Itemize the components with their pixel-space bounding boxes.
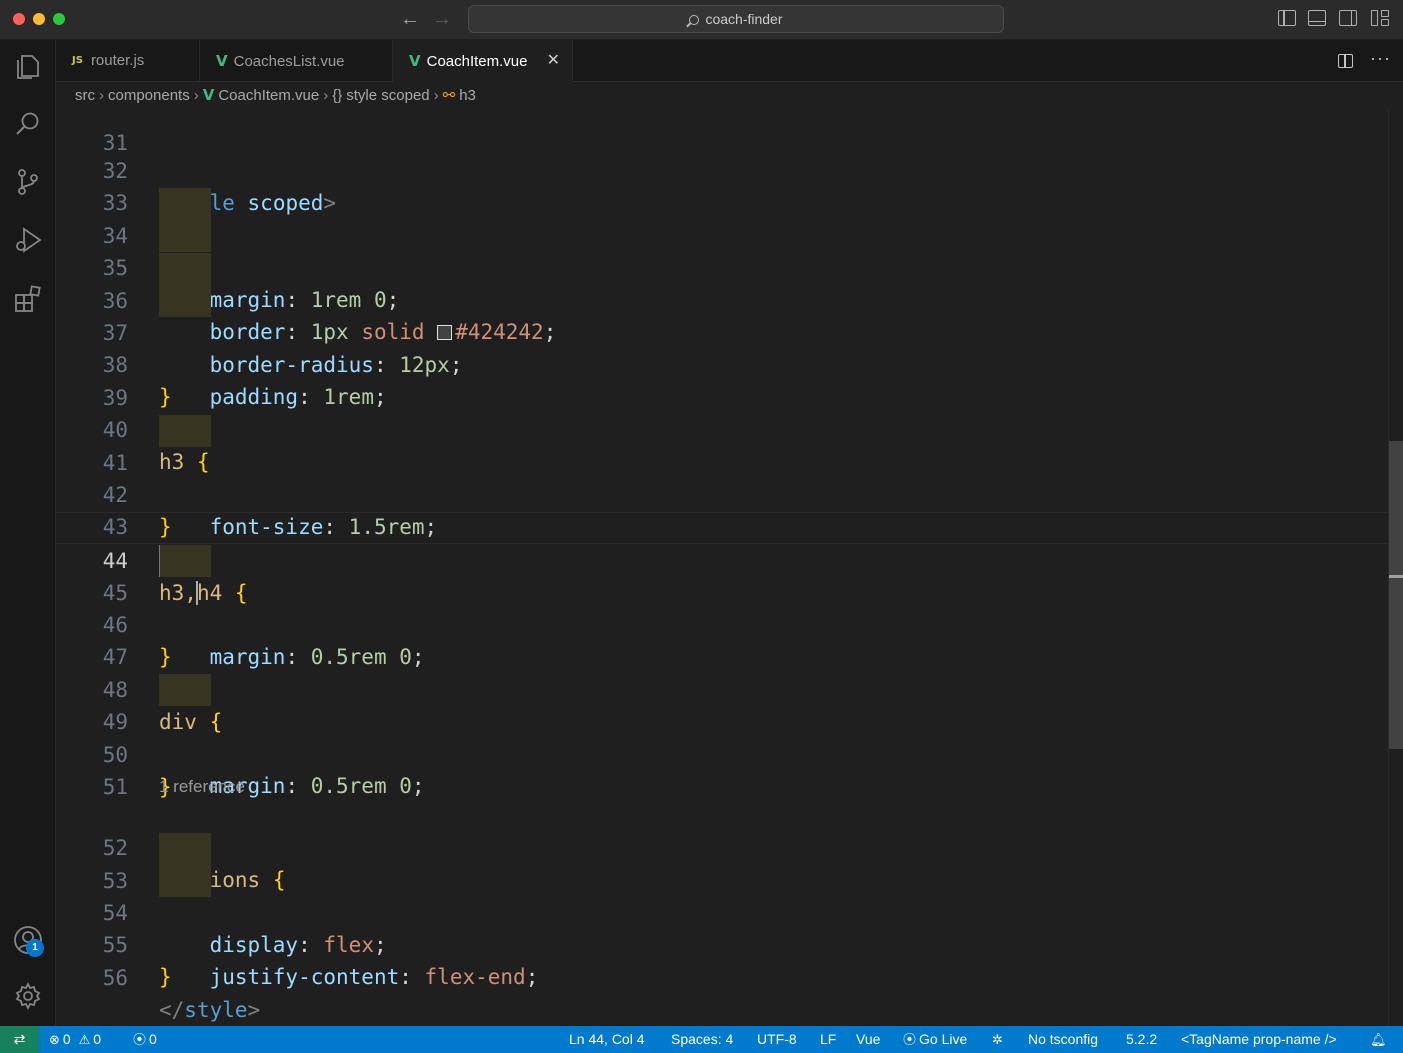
code-line: 43 xyxy=(56,479,1388,539)
breadcrumb-item[interactable]: h3 xyxy=(459,87,476,104)
tab-label: router.js xyxy=(90,52,145,69)
vue-file-icon: V xyxy=(202,86,215,104)
code-line: 39 xyxy=(56,350,1388,410)
breadcrumb-item[interactable]: components xyxy=(108,87,190,104)
vertical-scrollbar[interactable] xyxy=(1388,109,1403,1026)
tab-coachitem-vue[interactable]: V CoachItem.vue ✕ xyxy=(393,40,573,82)
codelens-references[interactable]: 1 reference xyxy=(159,772,245,802)
typescript-version[interactable]: 5.2.2 xyxy=(1126,1026,1157,1053)
broadcast-icon: ⦿ xyxy=(903,1033,917,1048)
toggle-primary-sidebar-icon[interactable] xyxy=(1278,10,1296,26)
code-line: 35 border: 1px solid #424242; xyxy=(56,220,1388,344)
end-of-line[interactable]: LF xyxy=(820,1026,836,1053)
code-line: 52 .actions { xyxy=(56,800,1388,892)
encoding[interactable]: UTF-8 xyxy=(757,1026,797,1053)
braces-icon: {} xyxy=(332,87,343,104)
indentation[interactable]: Spaces: 4 xyxy=(671,1026,733,1053)
code-line: 51 xyxy=(56,739,1388,799)
tab-router-js[interactable]: JS router.js xyxy=(56,40,200,82)
code-line: 55 } xyxy=(56,897,1388,989)
search-icon xyxy=(689,15,700,25)
code-line: 38 } xyxy=(56,317,1388,409)
close-tab-icon[interactable]: ✕ xyxy=(547,40,560,82)
search-icon[interactable] xyxy=(12,108,44,140)
error-icon: ⊗ xyxy=(49,1033,60,1048)
breadcrumb-item[interactable]: src xyxy=(75,87,95,104)
code-line: 53 display: flex; xyxy=(56,833,1388,957)
warning-icon: ⚠ xyxy=(78,1033,91,1048)
breadcrumb-item[interactable]: CoachItem.vue xyxy=(218,87,319,104)
code-line: 34 margin: 1rem 0; xyxy=(56,188,1388,312)
code-line: 36 border-radius: 12px; xyxy=(56,253,1388,377)
source-control-icon[interactable] xyxy=(12,166,44,198)
breadcrumb: src › components › V CoachItem.vue ›{} style sc… xyxy=(56,83,1403,109)
title-bar: ← → coach-finder xyxy=(0,0,1403,40)
ports-indicator[interactable]: ⦿ 0 xyxy=(133,1026,157,1053)
scrollbar-thumb[interactable] xyxy=(1389,441,1403,749)
activity-bar: 1 xyxy=(0,40,56,1026)
code-line: 47 xyxy=(56,609,1388,669)
toggle-panel-icon[interactable] xyxy=(1308,10,1326,26)
manage-gear-icon[interactable] xyxy=(12,980,44,1012)
symbol-class-icon: ⚯ xyxy=(442,87,456,104)
tag-name-casing[interactable]: <TagName prop-name /> xyxy=(1181,1026,1337,1053)
go-live-button[interactable]: ⦿ Go Live xyxy=(903,1026,967,1053)
code-line: 32 <style scoped> xyxy=(56,123,1388,215)
vue-file-icon: V xyxy=(216,52,228,70)
sparkle-icon[interactable]: ✲ xyxy=(992,1026,1006,1053)
code-line: 40 h3 { xyxy=(56,382,1388,474)
tab-label: CoachesList.vue xyxy=(233,53,345,70)
code-line: 48 div { xyxy=(56,642,1388,734)
line-number: 51 xyxy=(102,775,128,799)
tab-coacheslist-vue[interactable]: V CoachesList.vue xyxy=(200,40,393,82)
code-line: 41 font-size: 1.5rem; xyxy=(56,415,1388,539)
editor-tabs: JS router.js V CoachesList.vue V CoachItem.… xyxy=(56,40,1403,82)
toggle-secondary-sidebar-icon[interactable] xyxy=(1339,10,1357,26)
forward-arrow-icon[interactable]: → xyxy=(432,8,452,30)
back-arrow-icon[interactable]: ← xyxy=(400,8,420,30)
command-center-search[interactable]: coach-finder xyxy=(468,5,1004,33)
js-file-icon: JS xyxy=(72,55,83,66)
minimize-window-button[interactable] xyxy=(33,13,45,25)
cursor-position-marker xyxy=(1389,575,1403,578)
code-line: 54 justify-content: flex-end; xyxy=(56,865,1388,989)
zoom-window-button[interactable] xyxy=(53,13,65,25)
chevron-right-icon: › xyxy=(193,87,199,104)
cursor-position[interactable]: Ln 44, Col 4 xyxy=(569,1026,645,1053)
code-line: 42 } xyxy=(56,447,1388,539)
notifications-bell-icon[interactable]: 🔔︎ xyxy=(1370,1026,1390,1053)
chevron-right-icon: › xyxy=(433,87,439,104)
run-debug-icon[interactable] xyxy=(12,224,44,256)
breadcrumb-item[interactable]: style scoped xyxy=(346,87,429,104)
broadcast-icon: ⦿ xyxy=(133,1033,147,1048)
split-editor-icon[interactable] xyxy=(1338,54,1353,68)
current-line: 44 h3,h4 { xyxy=(56,512,1388,605)
code-line: 46 } xyxy=(56,577,1388,669)
code-editor[interactable]: 31 32 <style scoped> 33 li { 34 margin: … xyxy=(56,109,1403,1026)
accounts-badge: 1 xyxy=(26,939,44,957)
code-line: 33 li { xyxy=(56,155,1388,247)
customize-layout-icon[interactable] xyxy=(1371,10,1389,26)
language-mode[interactable]: Vue xyxy=(856,1026,880,1053)
explorer-icon[interactable] xyxy=(12,50,44,82)
code-line: 49 margin: 0.5rem 0; xyxy=(56,674,1388,798)
line-number: 56 xyxy=(102,966,128,990)
vue-file-icon: V xyxy=(409,52,421,70)
problems-indicator[interactable]: ⊗ 0 ⚠ 0 xyxy=(49,1026,101,1053)
code-line: 45 margin: 0.5rem 0; xyxy=(56,545,1388,669)
chevron-right-icon: › xyxy=(99,87,104,104)
tsconfig-status[interactable]: No tsconfig xyxy=(1028,1026,1098,1053)
status-bar: ⇄ ⊗ 0 ⚠ 0 ⦿ 0 Ln 44, Col 4 Spaces: 4 UTF-8 … xyxy=(0,1026,1403,1053)
code-line: 56 </style> xyxy=(56,930,1388,1022)
code-line: 50 } xyxy=(56,707,1388,799)
remote-indicator-icon[interactable]: ⇄ xyxy=(0,1026,39,1053)
code-line: 37 padding: 1rem; xyxy=(56,285,1388,409)
tab-label: CoachItem.vue xyxy=(426,53,528,70)
more-actions-icon[interactable]: ··· xyxy=(1370,48,1391,69)
workspace-name: coach-finder xyxy=(705,11,783,27)
chevron-right-icon: › xyxy=(323,87,329,104)
extensions-icon[interactable] xyxy=(12,282,44,314)
close-window-button[interactable] xyxy=(13,13,25,25)
